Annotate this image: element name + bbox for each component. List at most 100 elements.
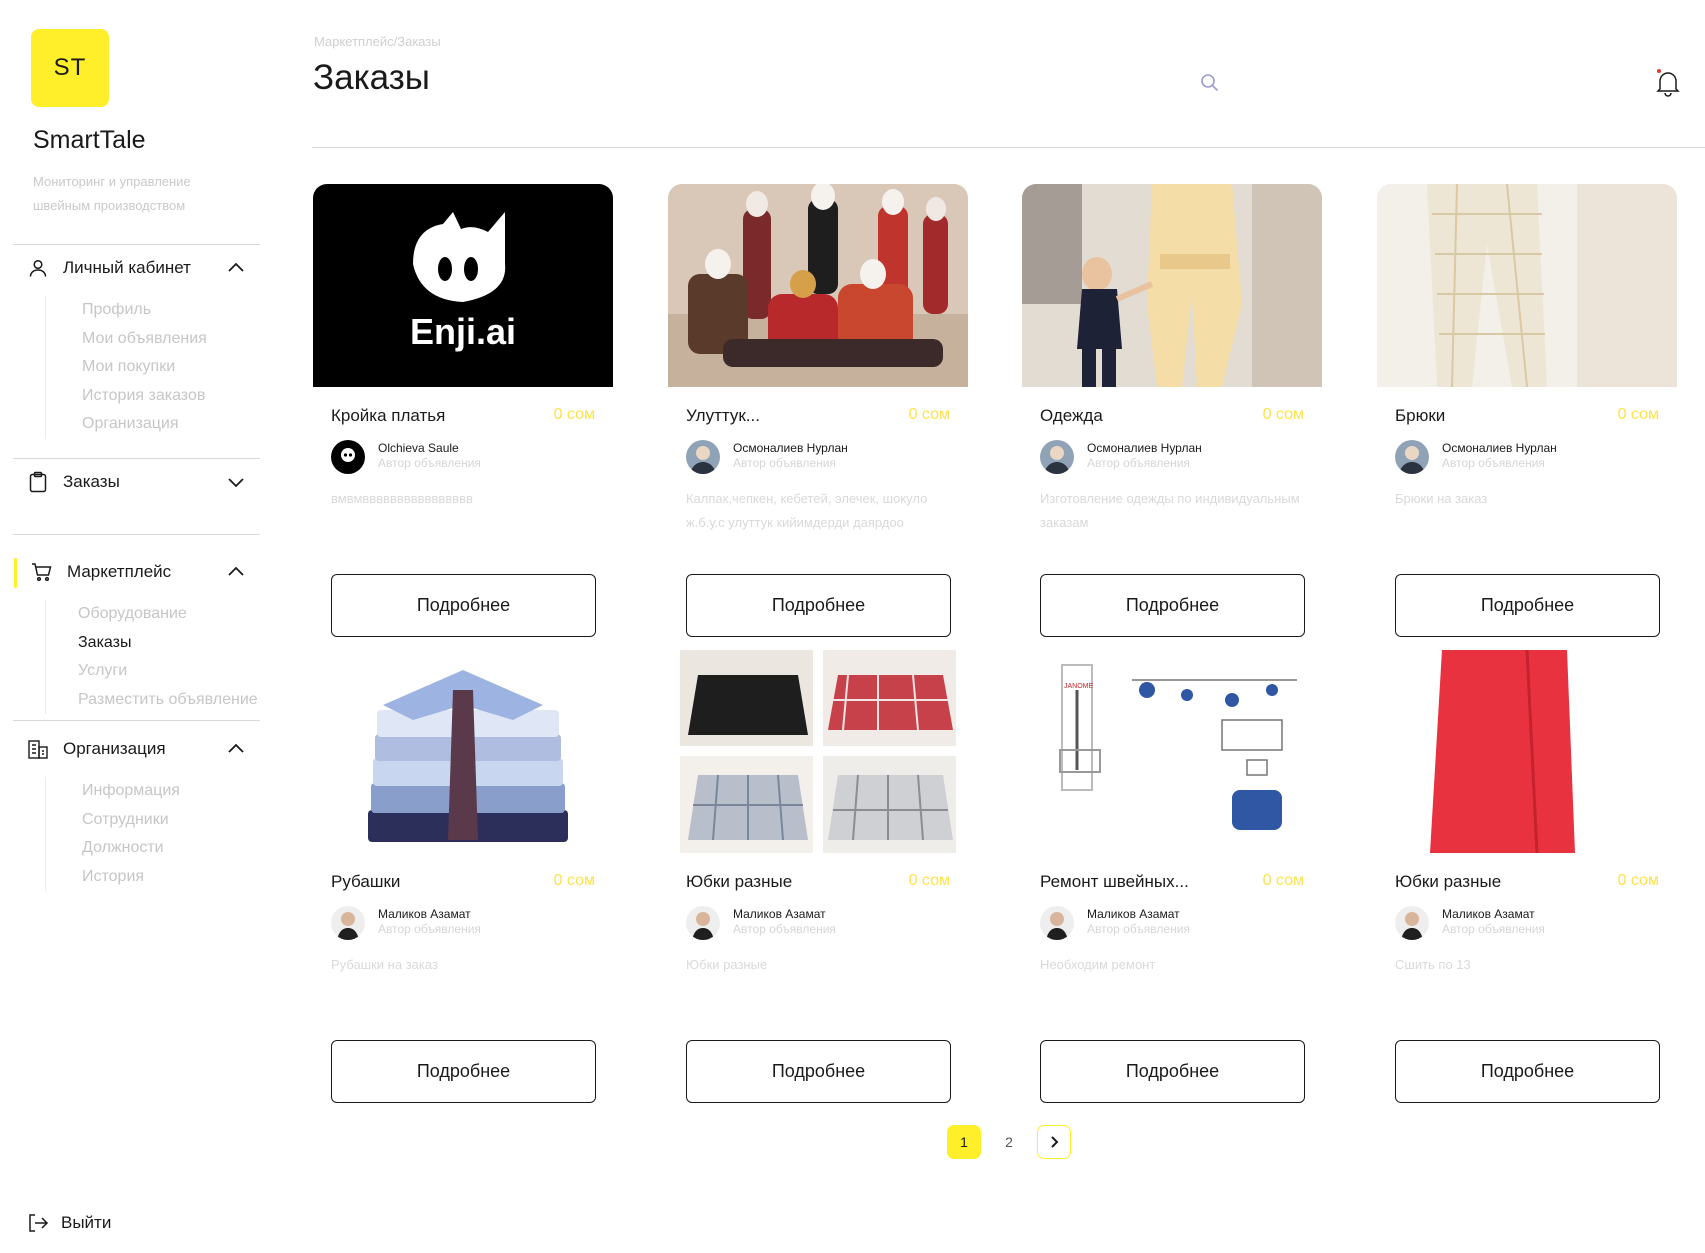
nav-item-organization[interactable]: Организация bbox=[82, 410, 260, 439]
details-button[interactable]: Подробнее bbox=[1040, 574, 1305, 637]
sidebar-divider bbox=[13, 534, 260, 535]
order-title: Юбки разные bbox=[686, 872, 793, 891]
logo[interactable]: ST bbox=[31, 29, 109, 107]
order-image[interactable]: Enji.ai bbox=[313, 184, 613, 387]
author-name: Осмоналиев Нурлан bbox=[733, 441, 848, 455]
nav-marketplace-sublist: Оборудование Заказы Услуги Разместить об… bbox=[45, 600, 260, 714]
author-role: Автор объявления bbox=[1087, 922, 1190, 936]
nav-organization-header[interactable]: Организация bbox=[13, 729, 260, 769]
author-name: Маликов Азамат bbox=[1087, 907, 1180, 921]
order-card: Enji.ai Кройка платья 0 сом Olchieva Sau… bbox=[313, 184, 613, 637]
avatar bbox=[686, 906, 720, 940]
page-button-2[interactable]: 2 bbox=[992, 1125, 1026, 1159]
author-name: Осмоналиев Нурлан bbox=[1442, 441, 1557, 455]
chevron-up-icon[interactable] bbox=[226, 739, 246, 759]
nav-account-sublist: Профиль Мои объявления Мои покупки Истор… bbox=[45, 296, 260, 439]
nav-item-information[interactable]: Информация bbox=[82, 777, 260, 806]
avatar bbox=[1040, 440, 1074, 474]
order-image[interactable] bbox=[1377, 184, 1677, 387]
order-image[interactable] bbox=[668, 650, 968, 853]
nav-item-post-ad[interactable]: Разместить объявление bbox=[78, 686, 260, 715]
order-card: Юбки разные 0 сом Маликов Азамат Автор о… bbox=[1377, 650, 1677, 1103]
nav-account-label: Личный кабинет bbox=[63, 258, 191, 277]
nav-item-services[interactable]: Услуги bbox=[78, 657, 260, 686]
sidebar: ST SmartTale Мониторинг и управление шве… bbox=[0, 0, 260, 1253]
order-image[interactable] bbox=[1377, 650, 1677, 853]
order-price: 0 сом bbox=[1617, 406, 1659, 423]
nav-item-order-history[interactable]: История заказов bbox=[82, 382, 260, 411]
chevron-up-icon[interactable] bbox=[226, 562, 246, 582]
avatar bbox=[1395, 906, 1429, 940]
author-role: Автор объявления bbox=[1442, 922, 1545, 936]
logout-button[interactable]: Выйти bbox=[27, 1212, 111, 1234]
app-tagline: Мониторинг и управление швейным производ… bbox=[33, 174, 191, 213]
chevron-up-icon[interactable] bbox=[226, 258, 246, 278]
order-title: Ремонт швейных... bbox=[1040, 872, 1189, 891]
order-card: Юбки разные 0 сом Маликов Азамат Автор о… bbox=[668, 650, 968, 1103]
page-title: Заказы bbox=[313, 58, 430, 97]
details-button[interactable]: Подробнее bbox=[1395, 574, 1660, 637]
clipboard-icon bbox=[27, 471, 49, 493]
nav-section-account: Личный кабинет Профиль Мои объявления Мо… bbox=[13, 248, 260, 439]
nav-item-my-ads[interactable]: Мои объявления bbox=[82, 325, 260, 354]
nav-item-equipment[interactable]: Оборудование bbox=[78, 600, 260, 629]
order-description: Юбки разные bbox=[686, 957, 768, 972]
order-description: Необходим ремонт bbox=[1040, 957, 1156, 972]
nav-orders-header[interactable]: Заказы bbox=[13, 462, 260, 502]
author-role: Автор объявления bbox=[733, 456, 836, 470]
cart-icon bbox=[31, 561, 53, 583]
nav-item-history[interactable]: История bbox=[82, 863, 260, 892]
details-button[interactable]: Подробнее bbox=[331, 1040, 596, 1103]
details-button[interactable]: Подробнее bbox=[686, 1040, 951, 1103]
page-button-1[interactable]: 1 bbox=[947, 1125, 981, 1159]
details-button[interactable]: Подробнее bbox=[1040, 1040, 1305, 1103]
next-page-button[interactable] bbox=[1037, 1125, 1071, 1159]
nav-item-profile[interactable]: Профиль bbox=[82, 296, 260, 325]
details-button[interactable]: Подробнее bbox=[331, 574, 596, 637]
nav-item-employees[interactable]: Сотрудники bbox=[82, 806, 260, 835]
order-image[interactable] bbox=[668, 184, 968, 387]
skirts-photo bbox=[668, 650, 968, 853]
author-role: Автор объявления bbox=[378, 456, 481, 470]
order-image[interactable]: JANOME bbox=[1022, 650, 1322, 853]
order-price: 0 сом bbox=[1262, 872, 1304, 889]
nav-account-header[interactable]: Личный кабинет bbox=[13, 248, 260, 288]
nav-section-organization: Организация Информация Сотрудники Должно… bbox=[13, 729, 260, 891]
author-name: Маликов Азамат bbox=[733, 907, 826, 921]
author-name: Маликов Азамат bbox=[378, 907, 471, 921]
details-button[interactable]: Подробнее bbox=[686, 574, 951, 637]
details-button[interactable]: Подробнее bbox=[1395, 1040, 1660, 1103]
chevron-down-icon[interactable] bbox=[226, 472, 246, 492]
building-icon bbox=[27, 738, 49, 760]
order-image[interactable] bbox=[1022, 184, 1322, 387]
nav-marketplace-header[interactable]: Маркетплейс bbox=[13, 552, 260, 592]
order-card: Рубашки 0 сом Маликов Азамат Автор объяв… bbox=[313, 650, 613, 1103]
order-card: JANOME Ремонт швейных... 0 сом Маликов А… bbox=[1022, 650, 1322, 1103]
nav-item-orders[interactable]: Заказы bbox=[78, 629, 260, 658]
author-role: Автор объявления bbox=[733, 922, 836, 936]
order-title: Рубашки bbox=[331, 872, 401, 891]
author-name: Осмоналиев Нурлан bbox=[1087, 441, 1202, 455]
author-role: Автор объявления bbox=[378, 922, 481, 936]
nav-item-positions[interactable]: Должности bbox=[82, 834, 260, 863]
chevron-right-icon bbox=[1051, 1136, 1059, 1148]
avatar bbox=[1040, 906, 1074, 940]
sewing-machine-photo: JANOME bbox=[1022, 650, 1322, 853]
bell-icon[interactable] bbox=[1654, 68, 1682, 98]
app-name: SmartTale bbox=[33, 126, 146, 154]
shirts-photo bbox=[313, 650, 613, 853]
search-icon[interactable] bbox=[1199, 72, 1221, 94]
order-card: Улуттук... 0 сом Осмоналиев Нурлан Автор… bbox=[668, 184, 968, 637]
logout-icon bbox=[29, 1214, 49, 1232]
nav-marketplace-label: Маркетплейс bbox=[67, 562, 172, 581]
nav-organization-sublist: Информация Сотрудники Должности История bbox=[45, 777, 260, 891]
nav-item-my-purchases[interactable]: Мои покупки bbox=[82, 353, 260, 382]
sidebar-divider bbox=[13, 458, 260, 459]
avatar bbox=[331, 906, 365, 940]
breadcrumb[interactable]: Маркетплейс/Заказы bbox=[314, 34, 441, 49]
nav-section-marketplace: Маркетплейс Оборудование Заказы Услуги Р… bbox=[13, 552, 260, 714]
order-title: Улуттук... bbox=[686, 406, 760, 425]
order-description: Калпак,чепкен, кебетей, элечек, шокуло ж… bbox=[686, 491, 928, 530]
order-image[interactable] bbox=[313, 650, 613, 853]
order-title: Юбки разные bbox=[1395, 872, 1502, 891]
